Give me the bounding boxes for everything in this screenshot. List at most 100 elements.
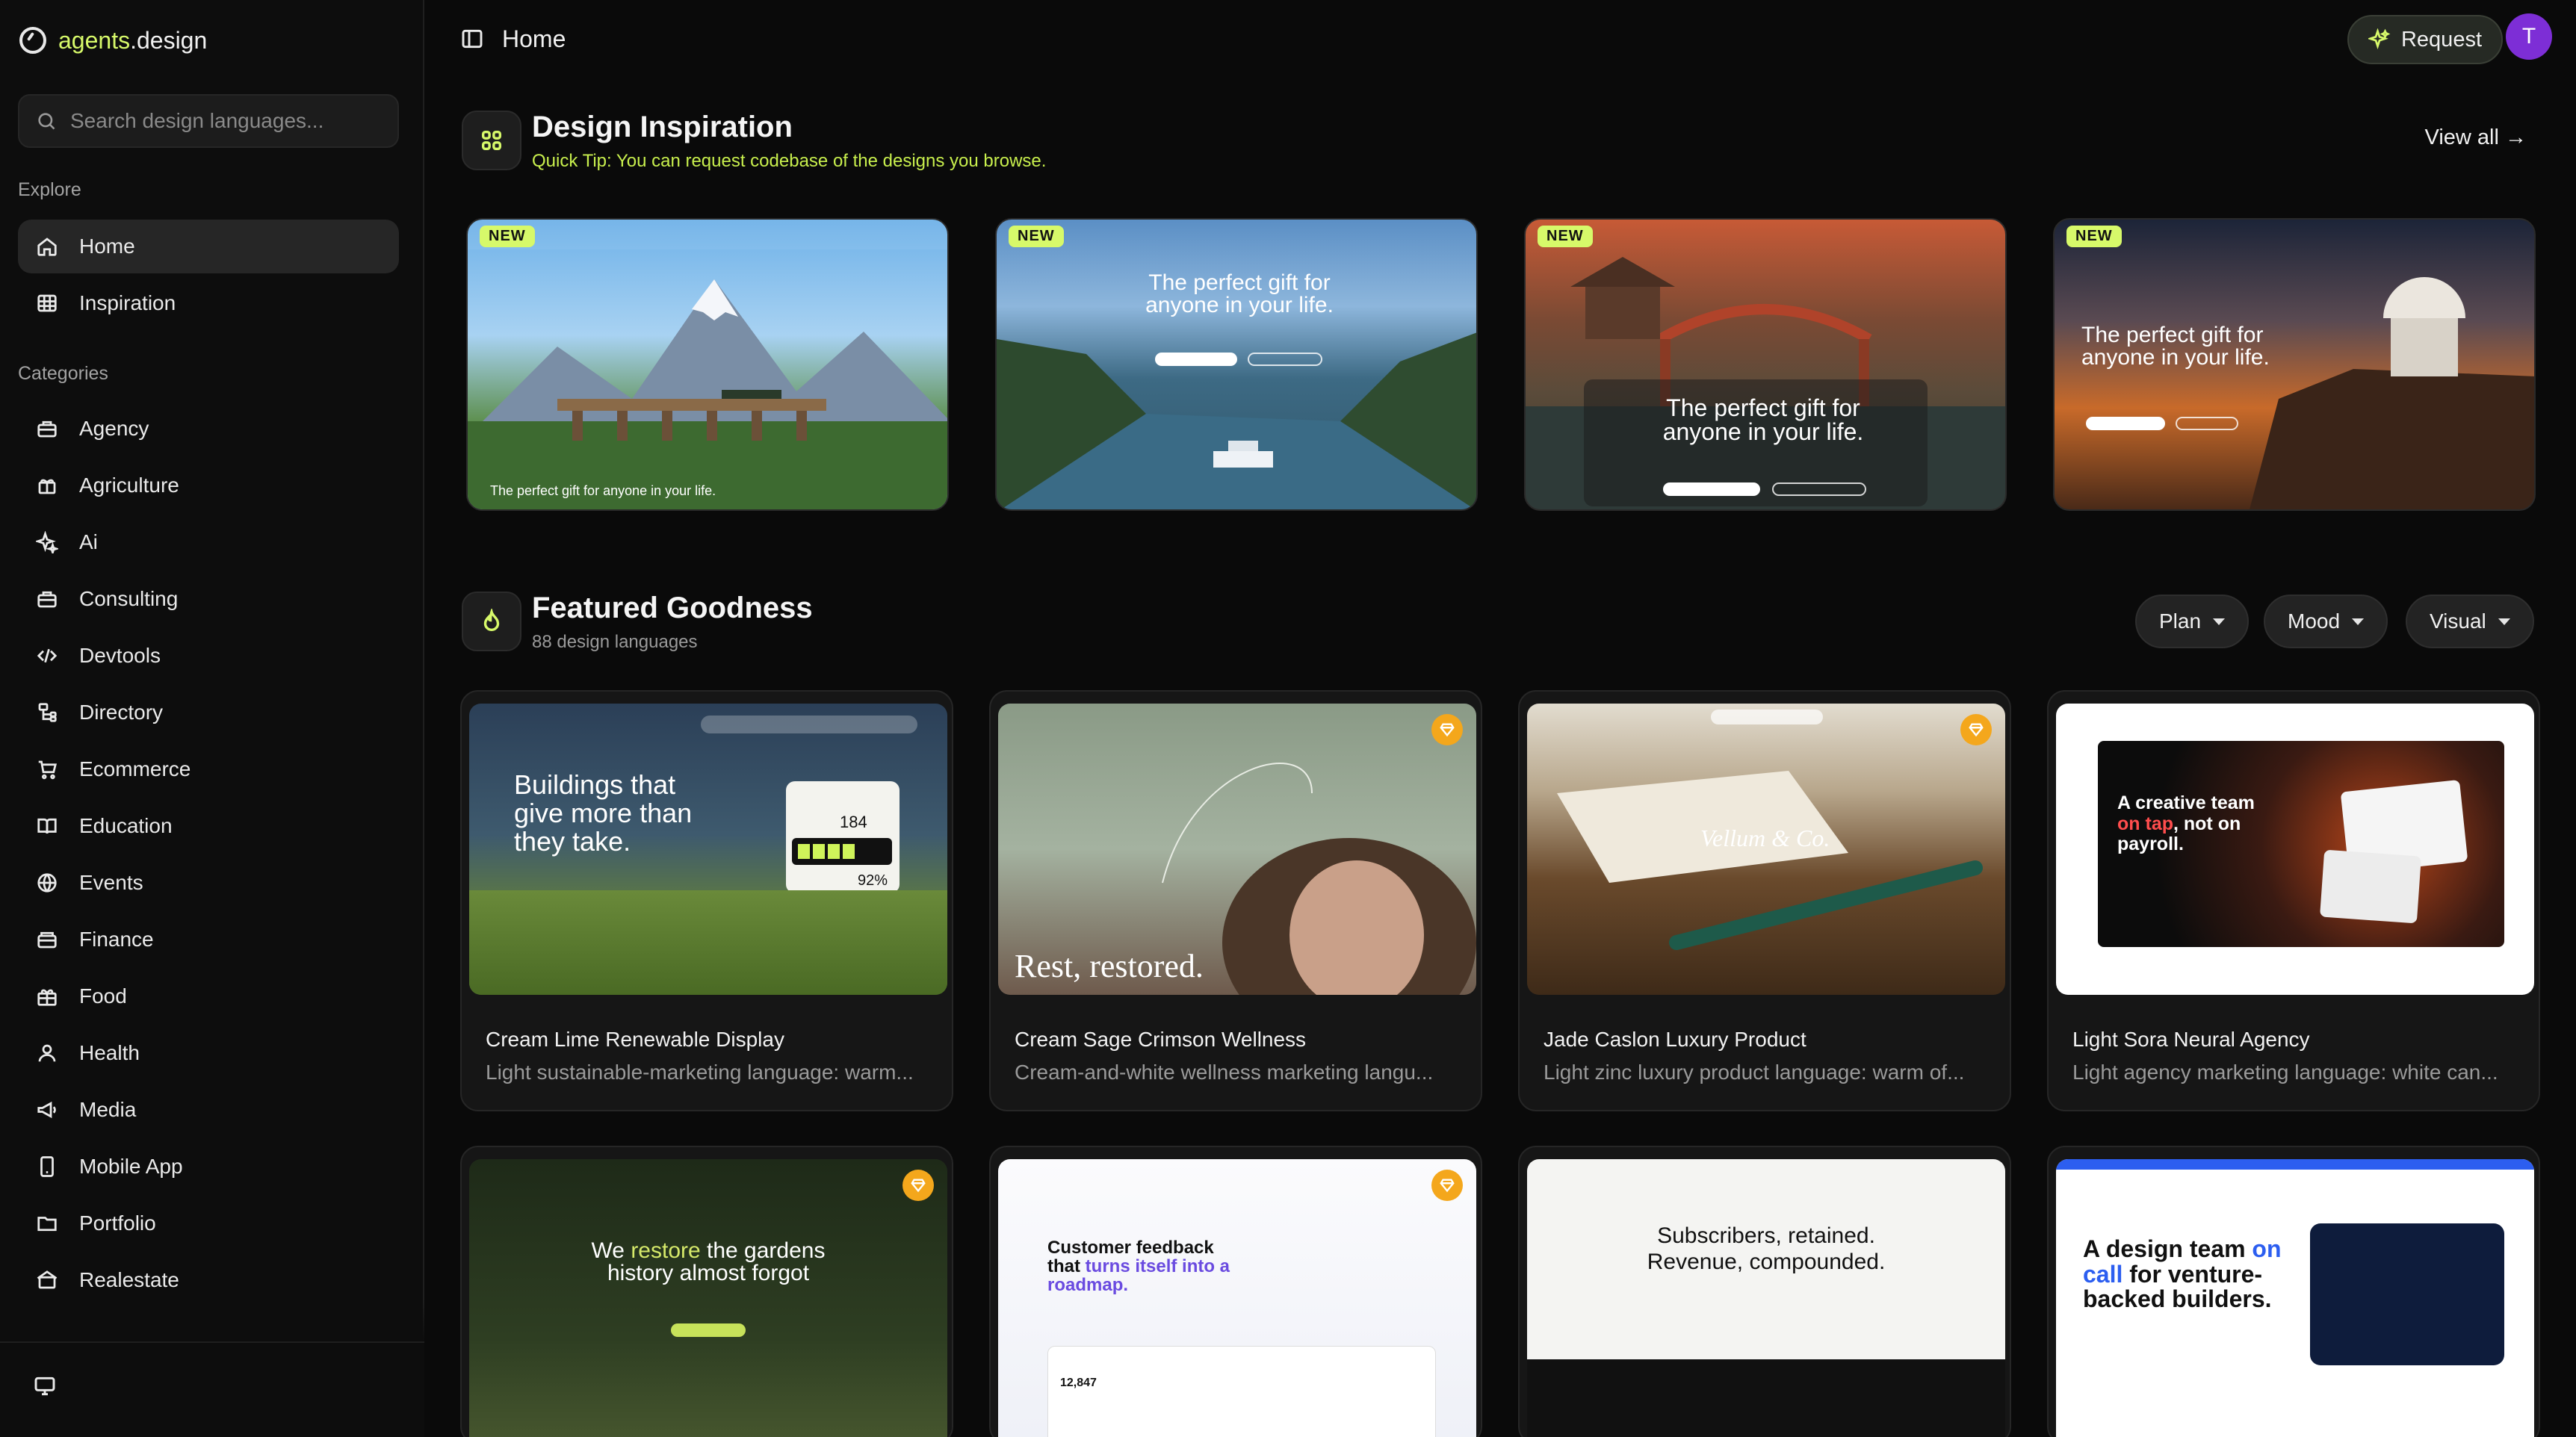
grid-icon <box>34 291 60 316</box>
card-title: Cream Lime Renewable Display <box>486 1028 784 1051</box>
sidebar-item-label: Food <box>79 984 127 1008</box>
card-description: Light zinc luxury product language: warm… <box>1544 1061 1965 1084</box>
design-card[interactable]: A creative team on tap, not on payroll. … <box>2047 690 2540 1111</box>
view-all-link[interactable]: View all → <box>2425 125 2527 150</box>
search-box[interactable] <box>18 94 399 148</box>
design-card[interactable]: Vellum & Co. Jade Caslon Luxury Product … <box>1518 690 2011 1111</box>
device-mockup <box>2310 1223 2504 1365</box>
card-preview: Customer feedback that turns itself into… <box>998 1159 1476 1437</box>
code-icon <box>34 643 60 668</box>
sprout-icon <box>34 473 60 498</box>
sidebar-item-home[interactable]: Home <box>18 220 399 273</box>
sidebar-item-ecommerce[interactable]: Ecommerce <box>18 742 399 796</box>
featured-title: Featured Goodness <box>532 592 813 624</box>
list-icon <box>34 700 60 725</box>
meter <box>792 838 892 865</box>
logo-icon <box>19 27 46 54</box>
sidebar-item-events[interactable]: Events <box>18 856 399 910</box>
preview-headline: A design team on call for venture-backed… <box>2083 1235 2282 1313</box>
filter-plan-dropdown[interactable]: Plan <box>2135 595 2250 648</box>
sidebar-item-directory[interactable]: Directory <box>18 686 399 739</box>
book-icon <box>34 813 60 839</box>
inspiration-card[interactable]: NEW The perfect gift for anyone in your … <box>995 218 1478 511</box>
inspiration-card[interactable]: NEW The perfect gift for anyone in your … <box>466 218 949 511</box>
sidebar-item-ai[interactable]: Ai <box>18 515 399 569</box>
sidebar-item-portfolio[interactable]: Portfolio <box>18 1197 399 1250</box>
card-title: Cream Sage Crimson Wellness <box>1015 1028 1307 1051</box>
sidebar-item-agency[interactable]: Agency <box>18 402 399 456</box>
design-card[interactable]: Customer feedback that turns itself into… <box>989 1146 1482 1437</box>
sidebar-item-label: Directory <box>79 701 164 724</box>
sidebar-item-label: Media <box>79 1098 137 1121</box>
sidebar-footer <box>0 1341 424 1437</box>
sidebar-item-food[interactable]: Food <box>18 969 399 1023</box>
explore-nav: Home Inspiration <box>18 220 399 333</box>
announcement-bar <box>2056 1159 2534 1170</box>
wallet-icon <box>34 927 60 952</box>
explore-label: Explore <box>18 179 81 200</box>
sidebar-item-label: Home <box>79 235 135 258</box>
brand[interactable]: agents.design <box>19 25 207 55</box>
search-input[interactable] <box>70 109 384 133</box>
request-button[interactable]: Request <box>2347 15 2503 64</box>
sidebar-item-label: Consulting <box>79 587 179 610</box>
design-card[interactable]: We restore the gardens history almost fo… <box>460 1146 953 1437</box>
stat-value: 184 <box>840 813 867 831</box>
filter-mood-dropdown[interactable]: Mood <box>2264 595 2388 648</box>
inspiration-tip: Quick Tip: You can request codebase of t… <box>532 151 1047 171</box>
sidebar-item-label: Education <box>79 814 173 837</box>
sidebar-toggle-icon[interactable] <box>460 27 484 55</box>
preview-headline: We restore the gardens history almost fo… <box>591 1238 826 1285</box>
gift-icon <box>34 984 60 1009</box>
page-title: Home <box>502 25 566 52</box>
sidebar-item-consulting[interactable]: Consulting <box>18 572 399 626</box>
sidebar-item-label: Finance <box>79 928 154 951</box>
filter-visual-dropdown[interactable]: Visual <box>2406 595 2534 648</box>
inspiration-card[interactable]: NEW The perfect gift for anyone in your … <box>1524 218 2007 511</box>
sidebar-item-agriculture[interactable]: Agriculture <box>18 459 399 512</box>
sidebar-item-media[interactable]: Media <box>18 1083 399 1137</box>
mini-button <box>671 1323 746 1337</box>
mountain-illustration <box>468 279 947 509</box>
request-label: Request <box>2400 27 2482 52</box>
cart-icon <box>34 757 60 782</box>
briefcase-icon <box>34 586 60 612</box>
new-badge: NEW <box>1009 226 1064 247</box>
filter-label: Visual <box>2430 609 2486 633</box>
display-icon[interactable] <box>33 1374 57 1402</box>
categories-label: Categories <box>18 363 108 384</box>
preview-headline: Rest, restored. <box>1015 948 1204 984</box>
top-bar: Home Request T <box>426 0 2576 81</box>
sparkle-icon <box>34 530 60 555</box>
preview-headline: Buildings that give more than they take. <box>514 769 693 857</box>
inspiration-card[interactable]: NEW The perfect gift for anyone in your … <box>2053 218 2536 511</box>
stat-percent: 92% <box>858 872 888 889</box>
design-card[interactable]: Buildings that give more than they take.… <box>460 690 953 1111</box>
new-badge: NEW <box>1538 226 1593 247</box>
sidebar-item-health[interactable]: Health <box>18 1026 399 1080</box>
avatar[interactable]: T <box>2506 13 2552 60</box>
sidebar-item-finance[interactable]: Finance <box>18 913 399 966</box>
card-description: Light agency marketing language: white c… <box>2072 1061 2498 1084</box>
sidebar-item-devtools[interactable]: Devtools <box>18 629 399 683</box>
inspiration-title: Design Inspiration <box>532 111 793 143</box>
sidebar-item-label: Devtools <box>79 644 161 667</box>
hero-panel: A creative team on tap, not on payroll. <box>2098 741 2504 947</box>
sidebar-item-label: Ecommerce <box>79 757 191 780</box>
chevron-down-icon <box>2213 618 2226 625</box>
sidebar-item-inspiration[interactable]: Inspiration <box>18 276 399 330</box>
design-card[interactable]: A design team on call for venture-backed… <box>2047 1146 2540 1437</box>
categories-nav: Agency Agriculture Ai Consulting Devtool… <box>18 402 399 1310</box>
sidebar-item-label: Events <box>79 871 143 894</box>
fjord-illustration <box>997 332 1476 509</box>
phone-icon <box>34 1154 60 1179</box>
preview-headline: Vellum & Co. <box>1700 825 1830 851</box>
folder-icon <box>34 1211 60 1236</box>
design-card[interactable]: Subscribers, retained. Revenue, compound… <box>1518 1146 2011 1437</box>
filter-label: Plan <box>2159 609 2202 633</box>
sidebar-item-education[interactable]: Education <box>18 799 399 853</box>
dark-band <box>1527 1359 2005 1437</box>
sidebar-item-mobile-app[interactable]: Mobile App <box>18 1140 399 1194</box>
card-title: Jade Caslon Luxury Product <box>1544 1028 1806 1051</box>
design-card[interactable]: Rest, restored. Cream Sage Crimson Welln… <box>989 690 1482 1111</box>
